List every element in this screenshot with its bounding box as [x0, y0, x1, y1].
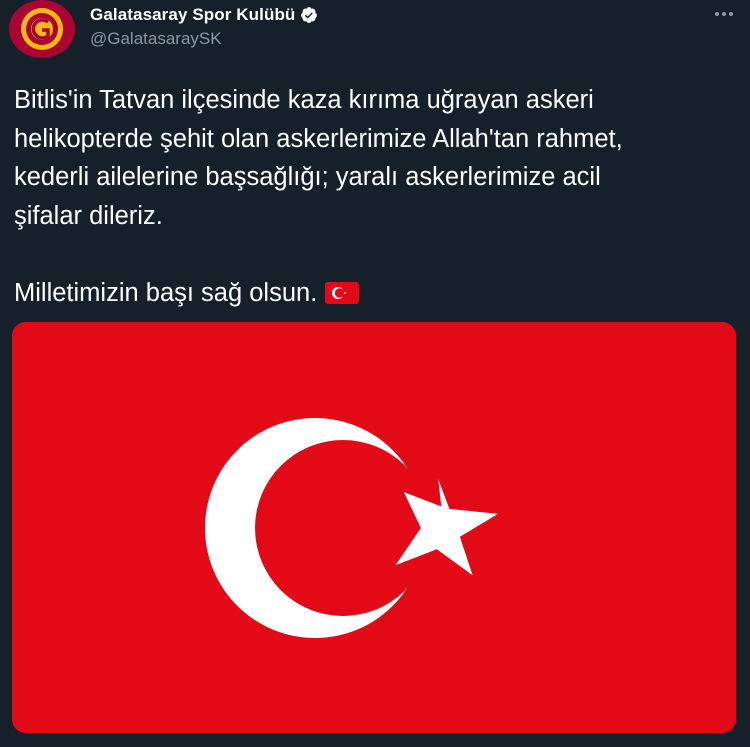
turkey-flag-emoji-icon	[325, 277, 360, 316]
galatasaray-crest-icon	[9, 0, 75, 58]
tweet-text-line: kederli ailelerine başsağlığı; yaralı as…	[14, 163, 601, 191]
tweet-text-line: şifalar dileriz.	[14, 201, 163, 230]
tweet-media-image[interactable]	[12, 322, 736, 733]
author-handle[interactable]: @GalatasaraySK	[90, 29, 222, 49]
tweet-text-line: Bitlis'in Tatvan ilçesinde kaza kırıma u…	[14, 86, 594, 114]
verified-badge-icon	[300, 6, 318, 24]
avatar[interactable]	[9, 0, 75, 58]
tweet-text: Bitlis'in Tatvan ilçesinde kaza kırıma u…	[14, 81, 736, 315]
turkish-flag-image	[12, 322, 736, 733]
tweet-text-line: Milletimizin başı sağ olsun.	[14, 278, 318, 307]
tweet-card[interactable]: Galatasaray Spor Kulübü @GalatasaraySK B…	[0, 0, 750, 747]
author-display-name[interactable]: Galatasaray Spor Kulübü	[90, 5, 295, 25]
more-options-icon[interactable]	[712, 4, 736, 24]
tweet-text-line: helikopterde şehit olan askerlerimize Al…	[14, 124, 623, 153]
author-name-row[interactable]: Galatasaray Spor Kulübü	[90, 4, 318, 26]
